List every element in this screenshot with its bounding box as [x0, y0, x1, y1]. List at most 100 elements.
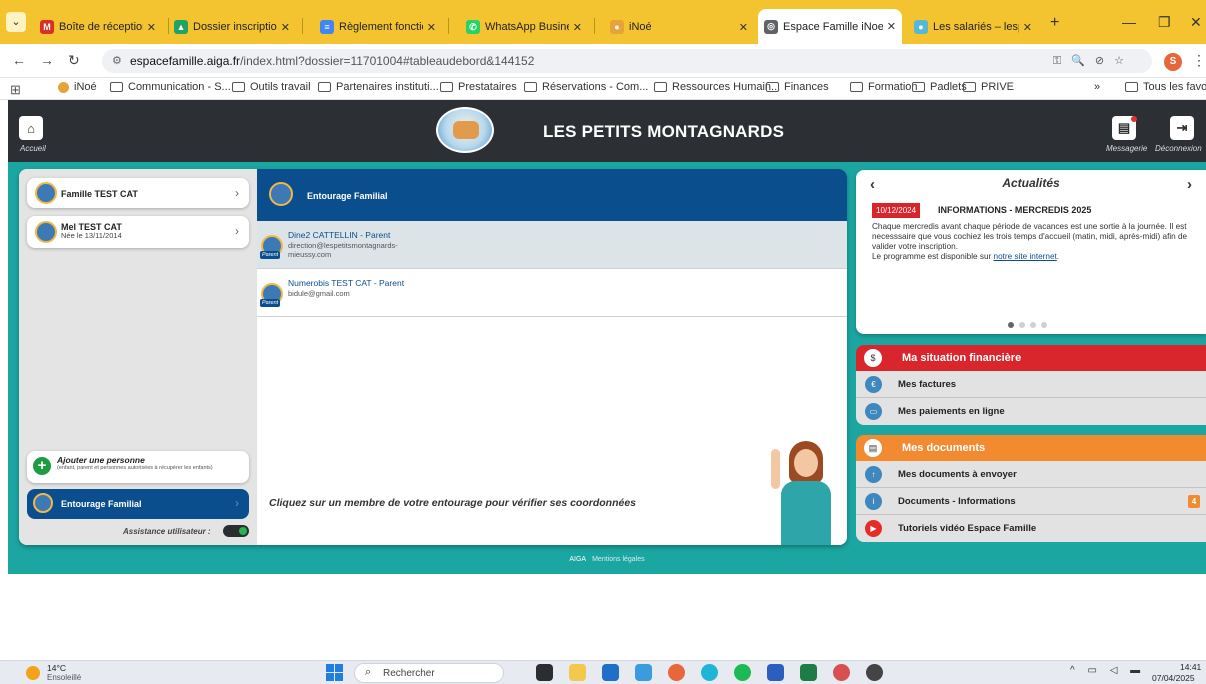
inoe-icon — [58, 81, 69, 93]
close-tab-icon[interactable]: ✕ — [1023, 21, 1032, 34]
bookmarks-overflow-icon[interactable]: » — [1094, 81, 1100, 93]
browser-tab[interactable]: ✆ WhatsApp Business ✕ — [460, 12, 588, 42]
apps-grid-icon[interactable]: ⊞ — [10, 82, 21, 98]
drive-icon: ▲ — [174, 20, 188, 34]
address-bar-actions[interactable]: ⚿🔍⊘☆ — [1053, 49, 1134, 73]
home-button[interactable]: ⌂ — [19, 116, 43, 140]
plus-icon: + — [33, 457, 51, 475]
windows-start-icon[interactable] — [326, 664, 343, 681]
forward-button[interactable]: → — [40, 52, 54, 68]
sun-icon[interactable] — [26, 666, 40, 680]
tab-separator — [302, 18, 303, 34]
tab-search-button[interactable]: ⌄ — [6, 12, 26, 32]
finance-header[interactable]: $ Ma situation financière — [856, 345, 1206, 371]
chrome-icon[interactable] — [668, 664, 685, 681]
add-person-title: Ajouter une personne — [57, 455, 145, 465]
browser-tab[interactable]: M Boîte de réception (2 ✕ — [34, 12, 162, 42]
assistance-toggle[interactable] — [223, 525, 249, 537]
address-bar[interactable]: ⚙ espacefamille.aiga.fr/index.html?dossi… — [102, 49, 1152, 73]
clock-date[interactable]: 07/04/2025 — [1152, 673, 1195, 683]
bookmark-item[interactable]: Formation — [850, 81, 918, 93]
news-date-badge: 10/12/2024 — [872, 203, 921, 218]
taskbar-search[interactable]: ⌕ Rechercher — [354, 663, 504, 683]
bookmark-item[interactable]: PRIVE — [963, 81, 1014, 93]
browser-menu-icon[interactable]: ⋮ — [1192, 52, 1206, 69]
bookmark-item[interactable]: Finances — [766, 81, 829, 93]
reload-button[interactable]: ↻ — [68, 52, 80, 69]
video-tutorials-link[interactable]: ▶ Tutoriels vidéo Espace Famille — [856, 515, 1206, 542]
documents-to-send-link[interactable]: ↑ Mes documents à envoyer — [856, 461, 1206, 488]
spotify-icon[interactable] — [734, 664, 751, 681]
close-tab-icon[interactable]: ✕ — [427, 21, 436, 34]
invoice-icon: € — [865, 376, 882, 393]
messaging-label: Messagerie — [1106, 144, 1148, 153]
chevron-right-icon[interactable]: › — [1187, 176, 1192, 193]
folder-icon — [1125, 82, 1138, 92]
canva-icon[interactable] — [701, 664, 718, 681]
back-button[interactable]: ← — [12, 52, 26, 68]
bookmark-item[interactable]: Padlets — [912, 81, 967, 93]
close-tab-icon[interactable]: ✕ — [281, 21, 290, 34]
bookmark-item[interactable]: Partenaires instituti... — [318, 81, 439, 93]
excel-icon[interactable] — [800, 664, 817, 681]
child-card[interactable]: Mel TEST CAT Née le 13/11/2014 › — [27, 216, 249, 248]
browser-tab[interactable]: ● iNoé ✕ — [604, 12, 754, 42]
site-info-icon[interactable]: ⚙ — [112, 49, 122, 73]
family-card[interactable]: Famille TEST CAT › — [27, 178, 249, 208]
close-tab-icon[interactable]: ✕ — [887, 20, 896, 33]
online-payments-label: Mes paiements en ligne — [898, 406, 1005, 417]
close-window-button[interactable]: ✕ — [1190, 14, 1202, 31]
logout-button[interactable]: ⇥ — [1170, 116, 1194, 140]
restore-button[interactable]: ❐ — [1158, 14, 1171, 31]
child-avatar-icon — [35, 221, 57, 243]
browser-tab[interactable]: ◎ Espace Famille iNoe ✕ — [758, 9, 902, 44]
bookmark-item[interactable]: iNoé — [58, 81, 97, 93]
clock-time[interactable]: 14:41 — [1180, 662, 1201, 672]
documents-info-link[interactable]: i Documents - Informations 4 — [856, 488, 1206, 515]
tab-label: Règlement fonctionn — [339, 21, 423, 33]
documents-icon: ▤ — [864, 439, 882, 457]
bookmark-item[interactable]: Prestataires — [440, 81, 517, 93]
bookmark-item[interactable]: Communication - S... — [110, 81, 231, 93]
close-tab-icon[interactable]: ✕ — [739, 21, 748, 34]
calendar-icon[interactable] — [602, 664, 619, 681]
colorful-app-icon[interactable] — [833, 664, 850, 681]
legal-link[interactable]: Mentions légales — [592, 556, 645, 563]
add-person-button[interactable]: + Ajouter une personne (enfant, parent e… — [27, 451, 249, 483]
browser-tab[interactable]: ▲ Dossier inscription 2 ✕ — [168, 12, 296, 42]
entourage-nav-button[interactable]: Entourage Familial › — [27, 489, 249, 519]
bookmark-label: Prestataires — [458, 81, 517, 93]
carousel-dot[interactable] — [1030, 322, 1036, 328]
website-link[interactable]: notre site internet — [994, 252, 1057, 261]
documents-header[interactable]: ▤ Mes documents — [856, 435, 1206, 461]
file-explorer-icon[interactable] — [536, 664, 553, 681]
bookmark-item[interactable]: Outils travail — [232, 81, 311, 93]
browser-tab[interactable]: ≡ Règlement fonctionn ✕ — [314, 12, 442, 42]
system-tray-icons[interactable]: ^ ▭ ◁ ▬ — [1070, 665, 1145, 676]
member-row[interactable]: Parent Numerobis TEST CAT - Parent bidul… — [257, 269, 847, 317]
chatgpt-icon[interactable] — [866, 664, 883, 681]
carousel-dot[interactable] — [1019, 322, 1025, 328]
invoices-link[interactable]: € Mes factures — [856, 371, 1206, 398]
app-footer: AIGA Mentions légales — [8, 556, 1206, 563]
minimize-button[interactable]: — — [1122, 14, 1136, 30]
close-tab-icon[interactable]: ✕ — [573, 21, 582, 34]
word-icon[interactable] — [767, 664, 784, 681]
carousel-dot[interactable] — [1008, 322, 1014, 328]
browser-tab[interactable]: ● Les salariés – lespeti ✕ — [908, 12, 1038, 42]
bookmark-label: Formation — [868, 81, 918, 93]
calculator-icon[interactable] — [635, 664, 652, 681]
notification-dot — [1131, 116, 1137, 122]
child-birthdate: Née le 13/11/2014 — [61, 231, 122, 240]
online-payments-link[interactable]: ▭ Mes paiements en ligne — [856, 398, 1206, 425]
member-email: direction@lespetitsmontagnards-mieussy.c… — [288, 241, 398, 259]
close-tab-icon[interactable]: ✕ — [147, 21, 156, 34]
bookmark-item[interactable]: Ressources Humain... — [654, 81, 780, 93]
folder-icon[interactable] — [569, 664, 586, 681]
all-bookmarks-link[interactable]: Tous les favoris — [1125, 81, 1206, 93]
bookmark-item[interactable]: Réservations - Com... — [524, 81, 648, 93]
profile-avatar[interactable]: S — [1164, 53, 1182, 71]
new-tab-button[interactable]: + — [1050, 14, 1059, 32]
member-row[interactable]: Parent Dine2 CATTELLIN - Parent directio… — [257, 221, 847, 269]
carousel-dot[interactable] — [1041, 322, 1047, 328]
